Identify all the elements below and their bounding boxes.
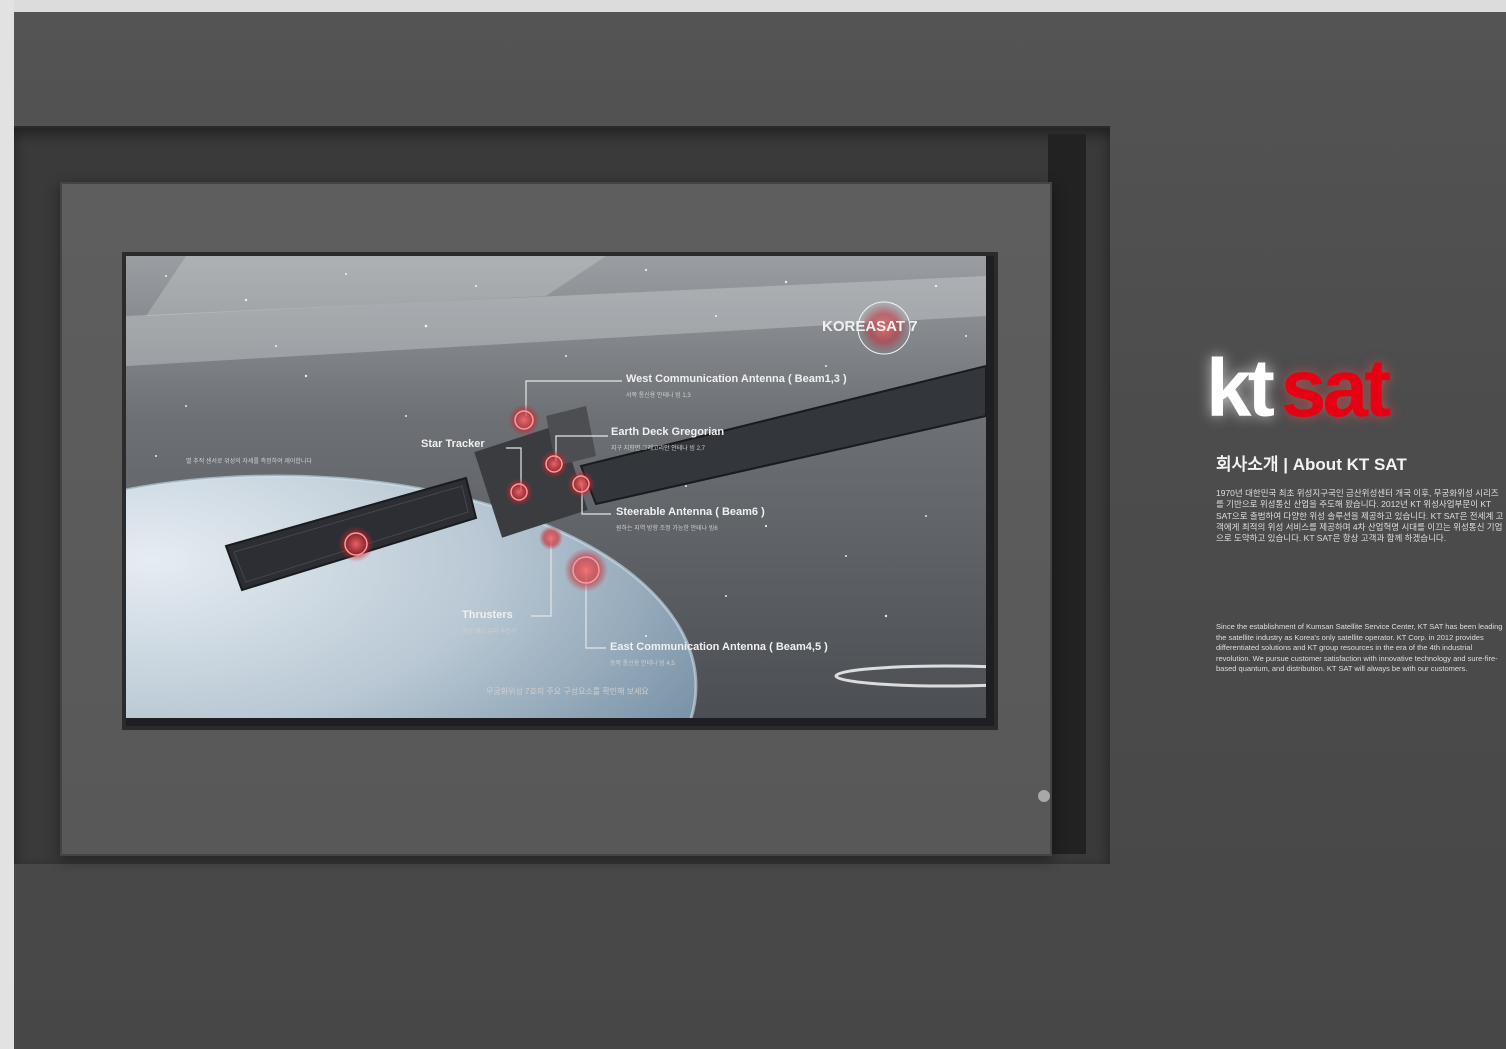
recess-shadow bbox=[1048, 134, 1086, 854]
east-antenna-label: East Communication Antenna ( Beam4,5 ) bbox=[610, 641, 828, 653]
steerable-antenna-label: Steerable Antenna ( Beam6 ) bbox=[616, 506, 765, 518]
about-korean-text: 1970년 대한민국 최초 위성지구국인 금산위성센터 개국 이후, 무궁화위성… bbox=[1216, 488, 1504, 544]
photo-top-edge bbox=[0, 0, 1506, 12]
earth-deck-label: Earth Deck Gregorian bbox=[611, 426, 725, 438]
kt-sat-logo: kt sat bbox=[1206, 348, 1391, 430]
west-antenna-sub: 서쪽 통신용 안테나 빔 1,3 bbox=[626, 393, 691, 399]
brand-sat: sat bbox=[1280, 343, 1391, 434]
earth-deck-sub: 지구 지향면 그레고리안 안테나 빔 2,7 bbox=[611, 446, 705, 452]
east-antenna-sub: 동쪽 통신용 안테나 빔 4,5 bbox=[610, 661, 675, 667]
photo-left-edge bbox=[0, 0, 14, 1049]
west-antenna-label: West Communication Antenna ( Beam1,3 ) bbox=[626, 373, 847, 385]
bottom-caption: 무궁화위성 7호의 주요 구성요소를 확인해 보세요 bbox=[486, 687, 649, 696]
wall-light-dot bbox=[1038, 790, 1050, 802]
brand-kt: kt bbox=[1206, 343, 1275, 434]
star-tracker-label: Star Tracker bbox=[421, 438, 485, 450]
about-english-text: Since the establishment of Kumsan Satell… bbox=[1216, 622, 1503, 673]
display-screen[interactable]: KOREASAT 7 West Communication Antenna ( … bbox=[122, 252, 998, 730]
star-tracker-sub: 별 추적 센서로 위성의 자세를 측정하여 제어합니다 bbox=[186, 459, 312, 465]
satellite-logo-text: KOREASAT 7 bbox=[822, 318, 918, 335]
thrusters-sub: 위성 궤도 유지 추진기 bbox=[462, 629, 517, 635]
about-heading: 회사소개 | About KT SAT bbox=[1216, 455, 1407, 474]
steerable-antenna-sub: 원하는 지역 방향 조정 가능한 안테나 빔6 bbox=[616, 526, 718, 532]
thrusters-label: Thrusters bbox=[462, 609, 513, 621]
